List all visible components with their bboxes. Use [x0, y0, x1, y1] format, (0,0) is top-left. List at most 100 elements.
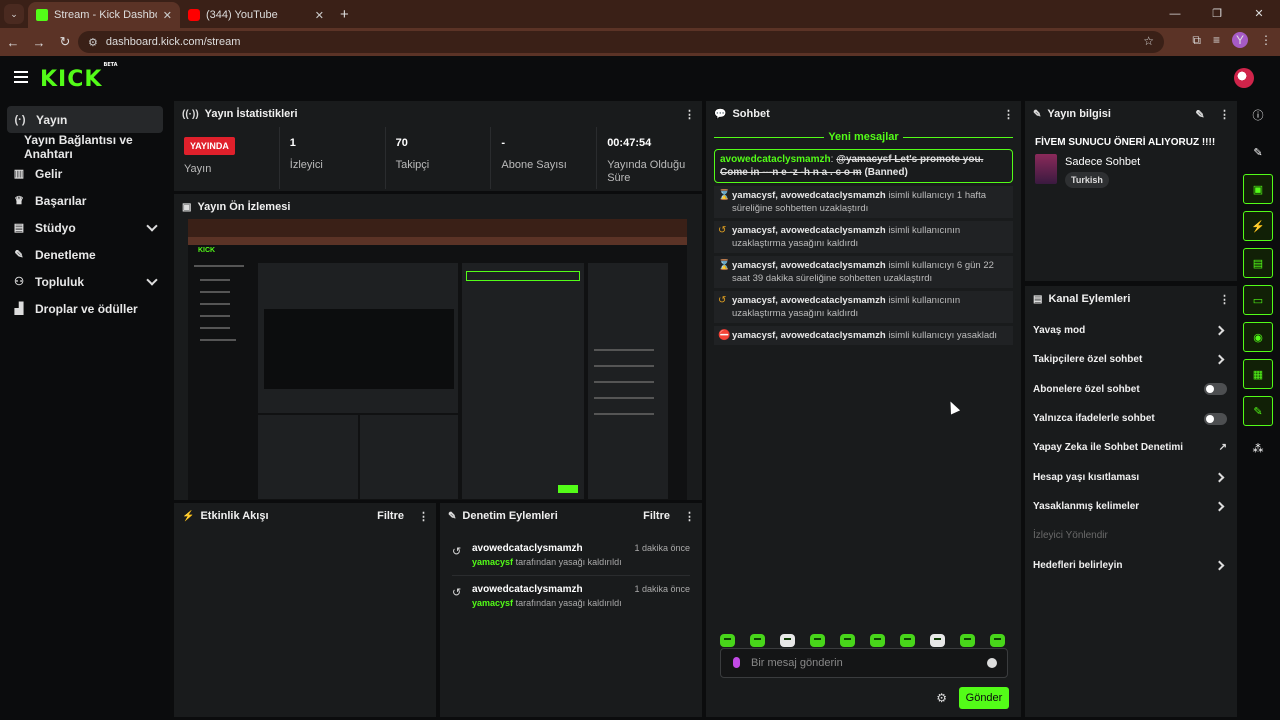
forward-icon[interactable]: → — [26, 35, 52, 50]
edit-icon[interactable]: ✎ — [1243, 137, 1273, 167]
undo-icon: ↺ — [718, 225, 727, 236]
studio-icon: ▤ — [13, 222, 25, 234]
more-options-icon[interactable]: ⋮ — [1219, 293, 1230, 306]
emote-icon[interactable] — [840, 634, 855, 647]
mod-toggle-icon[interactable]: ✎ — [1243, 396, 1273, 426]
stats-toggle-icon[interactable]: ▤ — [1243, 248, 1273, 278]
undo-icon: ↺ — [452, 587, 462, 599]
wrench-icon: ✎ — [448, 510, 457, 522]
panel-title: Kanal Eylemleri — [1048, 293, 1131, 305]
info-icon[interactable]: ⓘ — [1243, 100, 1273, 130]
emote-icon[interactable] — [810, 634, 825, 647]
browser-tab-bar: ⌄ Stream - Kick Dashboard ✕ (344) YouTub… — [0, 0, 1280, 28]
extensions-icon[interactable]: ⧉ — [1192, 33, 1201, 48]
stream-tag: Turkish — [1065, 172, 1109, 188]
channel-actions-toggle-icon[interactable]: ▦ — [1243, 359, 1273, 389]
send-button[interactable]: Gönder — [959, 687, 1009, 709]
profile-avatar[interactable]: Y — [1232, 32, 1248, 48]
emote-icon[interactable] — [990, 634, 1005, 647]
filter-button[interactable]: Filtre — [643, 510, 670, 522]
emote-icon[interactable] — [750, 634, 765, 647]
mod-actions-panel: ✎ Denetim Eylemleri Filtre ⋮ ↺ avowedcat… — [440, 503, 702, 717]
wrench-icon: ✎ — [14, 249, 24, 261]
mod-action-item[interactable]: ↺ avowedcataclysmamzh 1 dakika önce yama… — [452, 535, 690, 576]
mod-action-item[interactable]: ↺ avowedcataclysmamzh 1 dakika önce yama… — [452, 576, 690, 616]
bookmark-star-icon[interactable]: ☆ — [1143, 34, 1154, 48]
hamburger-menu-icon[interactable] — [14, 71, 28, 86]
sidebar-item-denetleme[interactable]: ✎ Denetleme — [0, 241, 170, 268]
set-goals-item[interactable]: Hedefleri belirleyin — [1025, 550, 1237, 579]
new-tab-icon[interactable]: + — [340, 6, 349, 23]
tab-youtube[interactable]: (344) YouTube ✕ — [180, 2, 332, 28]
more-options-icon[interactable]: ⋮ — [1003, 108, 1014, 121]
edit-pencil-icon[interactable]: ✎ — [1195, 108, 1205, 121]
sidebar-item-yayin[interactable]: (·) Yayın — [7, 106, 163, 133]
back-icon[interactable]: ← — [0, 35, 26, 50]
chat-toggle-icon[interactable]: ▭ — [1243, 285, 1273, 315]
close-window-icon[interactable]: ✕ — [1238, 0, 1280, 28]
subscribers-only-toggle[interactable] — [1204, 383, 1227, 396]
sidebar-item-gelir[interactable]: ▥ Gelir — [0, 160, 170, 187]
emote-only-toggle[interactable] — [1204, 412, 1227, 425]
emote-icon[interactable] — [870, 634, 885, 647]
chat-settings-icon[interactable]: ⚙ — [936, 691, 947, 705]
channel-actions-panel: ▤ Kanal Eylemleri ⋮ Yavaş mod Takipçiler… — [1025, 286, 1237, 717]
beta-tag: BETA — [103, 61, 118, 68]
emote-bar — [720, 634, 1005, 647]
slow-mode-item[interactable]: Yavaş mod — [1025, 316, 1237, 345]
reload-icon[interactable]: ↻ — [52, 34, 78, 50]
restore-icon[interactable]: ❐ — [1196, 0, 1238, 28]
more-options-icon[interactable]: ⋮ — [684, 108, 695, 121]
mod-chat-message: ↺ yamacysf, avowedcataclysmamzh isimli k… — [714, 291, 1013, 323]
broadcast-toggle-icon[interactable]: ◉ — [1243, 322, 1273, 352]
window-controls: — ❐ ✕ — [1154, 0, 1280, 28]
chat-username[interactable]: avowedcataclysmamzh — [720, 154, 831, 165]
account-age-item[interactable]: Hesap yaşı kısıtlaması — [1025, 462, 1237, 491]
stat-uptime: 00:47:54 Yayında Olduğu Süre — [596, 127, 702, 189]
chat-message-highlighted[interactable]: avowedcataclysmamzh: @yamacysf Let's pro… — [714, 149, 1013, 183]
sidebar-item-studyo[interactable]: ▤ Stüdyo — [0, 214, 170, 241]
user-avatar[interactable] — [1234, 68, 1254, 88]
hourglass-icon: ⌛ — [718, 260, 731, 271]
more-options-icon[interactable]: ⋮ — [684, 510, 695, 523]
new-messages-divider[interactable]: Yeni mesajlar — [706, 131, 1021, 143]
sidebar-item-topluluk[interactable]: ⚇ Topluluk — [0, 268, 170, 295]
subscribers-only-item[interactable]: Abonelere özel sohbet — [1025, 375, 1237, 404]
activity-toggle-icon[interactable]: ⚡ — [1243, 211, 1273, 241]
more-options-icon[interactable]: ⋮ — [1219, 108, 1230, 121]
tab-search-icon[interactable]: ⌄ — [4, 4, 24, 24]
panel-title: Sohbet — [732, 108, 770, 120]
kick-logo[interactable]: KICKBETA — [40, 62, 118, 92]
chat-message-input[interactable]: Bir mesaj gönderin — [720, 648, 1008, 678]
more-options-icon[interactable]: ⋮ — [418, 510, 429, 523]
banned-words-item[interactable]: Yasaklanmış kelimeler — [1025, 492, 1237, 521]
media-icon[interactable]: ≡ — [1213, 33, 1220, 47]
emote-icon[interactable] — [930, 634, 945, 647]
filter-button[interactable]: Filtre — [377, 510, 404, 522]
more-widgets-icon[interactable]: ⁂ — [1243, 433, 1273, 463]
site-info-icon[interactable]: ⚙ — [88, 36, 98, 49]
emote-only-item[interactable]: Yalnızca ifadelerle sohbet — [1025, 404, 1237, 433]
close-icon[interactable]: ✕ — [163, 9, 172, 22]
emoji-picker-icon[interactable] — [987, 658, 997, 668]
ai-moderation-item[interactable]: Yapay Zeka ile Sohbet Denetimi ↗ — [1025, 433, 1237, 462]
sidebar-item-basarilar[interactable]: ♛ Başarılar — [0, 187, 170, 214]
sidebar-item-droplar[interactable]: ▟ Droplar ve ödüller — [0, 295, 170, 322]
followers-only-item[interactable]: Takipçilere özel sohbet — [1025, 345, 1237, 374]
stream-preview-video[interactable]: KICK — [188, 219, 687, 500]
close-icon[interactable]: ✕ — [315, 9, 324, 22]
address-bar[interactable]: ⚙ dashboard.kick.com/stream ☆ — [78, 31, 1164, 53]
emote-icon[interactable] — [960, 634, 975, 647]
kick-icon — [36, 9, 48, 21]
tab-kick-dashboard[interactable]: Stream - Kick Dashboard ✕ — [28, 2, 180, 28]
preview-toggle-icon[interactable]: ▣ — [1243, 174, 1273, 204]
panel-title: Yayın Ön İzlemesi — [197, 201, 291, 213]
microphone-icon[interactable] — [733, 657, 740, 668]
undo-icon: ↺ — [452, 546, 462, 558]
emote-icon[interactable] — [780, 634, 795, 647]
browser-menu-icon[interactable]: ⋮ — [1260, 33, 1272, 47]
sidebar-item-stream-key[interactable]: Yayın Bağlantısı ve Anahtarı — [0, 133, 170, 161]
emote-icon[interactable] — [900, 634, 915, 647]
minimize-icon[interactable]: — — [1154, 0, 1196, 28]
emote-icon[interactable] — [720, 634, 735, 647]
